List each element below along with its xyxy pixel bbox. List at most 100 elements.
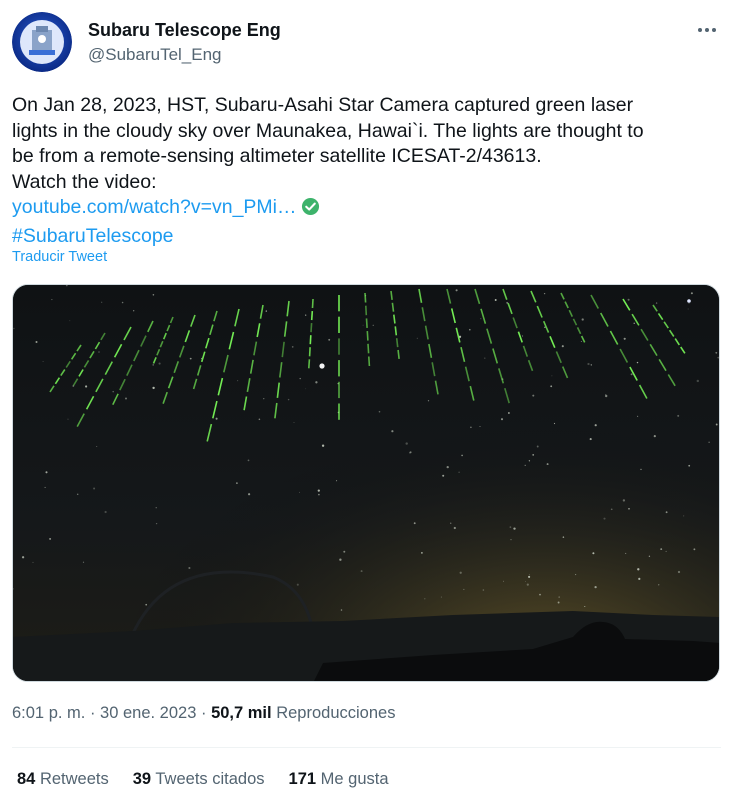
tweet-meta: 6:01 p. m. · 30 ene. 2023 · 50,7 mil Rep… bbox=[12, 704, 395, 723]
retweets-label: Retweets bbox=[39, 770, 109, 788]
tweet-line: On Jan 28, 2023, HST, Subaru-Asahi Star … bbox=[12, 94, 634, 116]
star bbox=[427, 400, 430, 402]
tweet-time[interactable]: 6:01 p. m. bbox=[12, 704, 85, 722]
laser-streak bbox=[310, 323, 313, 333]
retweets-stat[interactable]: 84 Retweets bbox=[17, 770, 109, 789]
star bbox=[455, 289, 458, 292]
quotes-count: 39 bbox=[132, 770, 152, 788]
star bbox=[248, 493, 251, 496]
star bbox=[145, 603, 148, 606]
star bbox=[557, 601, 560, 604]
star bbox=[482, 589, 485, 591]
star bbox=[660, 548, 663, 551]
star bbox=[536, 445, 539, 448]
star bbox=[421, 552, 423, 554]
star bbox=[424, 598, 426, 600]
translate-tweet-link[interactable]: Traducir Tweet bbox=[12, 249, 107, 265]
star bbox=[291, 346, 294, 348]
star bbox=[683, 515, 685, 517]
star bbox=[484, 357, 486, 359]
star bbox=[708, 441, 710, 443]
star bbox=[688, 303, 690, 305]
star bbox=[155, 522, 158, 525]
quotes-label: Tweets citados bbox=[155, 770, 265, 788]
hashtag-link[interactable]: #SubaruTelescope bbox=[12, 225, 174, 247]
star bbox=[440, 596, 442, 598]
more-dot bbox=[705, 28, 709, 32]
star bbox=[405, 442, 408, 445]
star bbox=[340, 609, 343, 611]
star bbox=[299, 377, 301, 380]
star bbox=[622, 499, 626, 502]
star bbox=[715, 351, 718, 354]
tweet-text: On Jan 28, 2023, HST, Subaru-Asahi Star … bbox=[12, 93, 720, 249]
star bbox=[553, 422, 556, 425]
star bbox=[82, 561, 85, 563]
star bbox=[688, 464, 691, 467]
star bbox=[655, 302, 658, 304]
star bbox=[638, 577, 641, 581]
star bbox=[76, 493, 79, 496]
tweet-media-image[interactable] bbox=[12, 284, 720, 682]
star bbox=[665, 511, 668, 514]
star bbox=[189, 357, 192, 360]
star bbox=[528, 575, 531, 578]
divider bbox=[12, 747, 721, 748]
star bbox=[42, 360, 44, 363]
star bbox=[469, 328, 471, 331]
star bbox=[317, 489, 320, 492]
star bbox=[677, 570, 681, 574]
likes-stat[interactable]: 171 Me gusta bbox=[289, 770, 389, 789]
laser-streak bbox=[309, 335, 312, 345]
star bbox=[125, 397, 127, 400]
star bbox=[152, 294, 155, 296]
laser-streak bbox=[394, 326, 398, 336]
star bbox=[101, 301, 103, 303]
star bbox=[584, 605, 586, 608]
star bbox=[188, 566, 191, 570]
star bbox=[528, 574, 530, 576]
star bbox=[296, 583, 299, 586]
tweet-line: Watch the video: bbox=[12, 170, 157, 193]
avatar[interactable] bbox=[12, 12, 72, 72]
star bbox=[442, 474, 445, 477]
star bbox=[623, 337, 626, 340]
star bbox=[96, 446, 98, 447]
star bbox=[494, 299, 497, 301]
star bbox=[247, 459, 250, 462]
star bbox=[35, 341, 38, 343]
star bbox=[581, 318, 584, 321]
laser-streak bbox=[391, 302, 395, 312]
star bbox=[508, 412, 510, 414]
star bbox=[446, 465, 449, 469]
star bbox=[51, 299, 53, 301]
author-handle[interactable]: @SubaruTel_Eng bbox=[88, 43, 281, 67]
tweet-header: Subaru Telescope Eng @SubaruTel_Eng bbox=[12, 12, 721, 76]
more-options-button[interactable] bbox=[693, 18, 721, 42]
laser-streak bbox=[366, 331, 369, 341]
star bbox=[637, 568, 640, 571]
author-block: Subaru Telescope Eng @SubaruTel_Eng bbox=[88, 18, 281, 67]
video-link[interactable]: youtube.com/watch?v=vn_PMi… bbox=[12, 196, 297, 218]
star bbox=[215, 417, 218, 420]
night-sky-image bbox=[13, 285, 719, 681]
tweet-line: lights in the cloudy sky over Maunakea, … bbox=[12, 119, 644, 142]
star bbox=[561, 345, 564, 348]
laser-streak bbox=[367, 343, 370, 354]
star bbox=[258, 418, 261, 421]
views-label: Reproducciones bbox=[276, 704, 396, 722]
star bbox=[121, 301, 124, 304]
author-display-name[interactable]: Subaru Telescope Eng bbox=[88, 18, 281, 42]
quote-tweets-stat[interactable]: 39 Tweets citados bbox=[133, 770, 265, 789]
star bbox=[265, 310, 267, 312]
star bbox=[550, 385, 553, 388]
star bbox=[409, 451, 412, 454]
star bbox=[480, 318, 482, 320]
laser-streak bbox=[365, 305, 368, 316]
star bbox=[343, 550, 346, 553]
star bbox=[416, 337, 418, 339]
star bbox=[532, 454, 535, 456]
tweet-date[interactable]: 30 ene. 2023 bbox=[100, 704, 196, 722]
meta-separator: · bbox=[85, 704, 101, 722]
star bbox=[575, 574, 577, 576]
